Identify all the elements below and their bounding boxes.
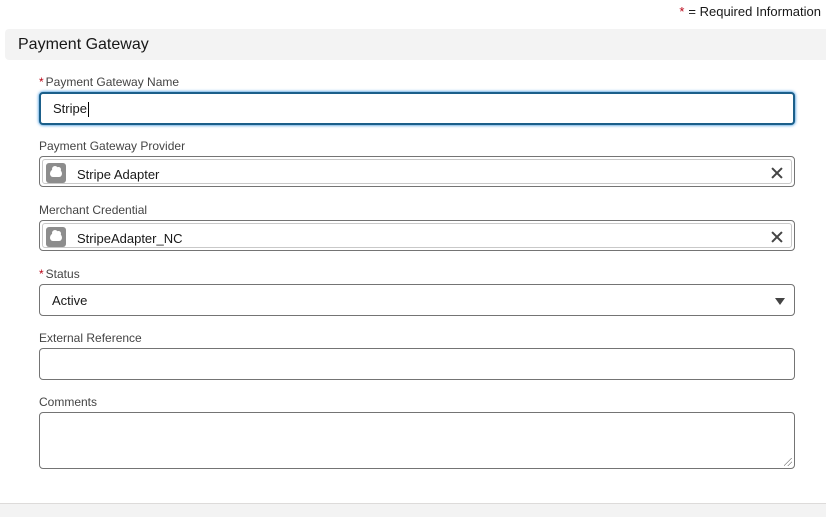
payment-gateway-provider-lookup[interactable]: Stripe Adapter [39, 156, 795, 187]
resize-handle-icon[interactable] [784, 458, 792, 466]
status-value: Active [52, 293, 88, 308]
external-reference-label: External Reference [39, 331, 142, 345]
comments-label: Comments [39, 395, 98, 409]
section-title: Payment Gateway [18, 36, 149, 53]
status-select[interactable]: Active [39, 284, 795, 316]
payment-gateway-provider-label: Payment Gateway Provider [39, 139, 186, 153]
required-information-legend: * = Required Information [679, 4, 821, 19]
clear-selection-icon[interactable] [767, 163, 787, 183]
payment-gateway-name-label: * Payment Gateway Name [39, 75, 179, 89]
payment-gateway-name-value-text: Stripe [53, 101, 87, 116]
status-label: * Status [39, 267, 80, 281]
merchant-credential-lookup[interactable]: StripeAdapter_NC [39, 220, 795, 251]
payment-gateway-name-label-text: Payment Gateway Name [45, 75, 180, 89]
required-star: * [39, 267, 44, 281]
merchant-credential-value: StripeAdapter_NC [77, 231, 183, 246]
payment-gateway-name-value: Stripe [53, 101, 89, 118]
payment-gateway-name-input[interactable]: Stripe [39, 92, 795, 125]
external-reference-input[interactable] [39, 348, 795, 380]
status-label-text: Status [45, 267, 80, 281]
required-legend-text: = Required Information [688, 4, 821, 19]
salesforce-cloud-icon [46, 163, 66, 183]
salesforce-cloud-icon [46, 227, 66, 247]
section-header-payment-gateway[interactable]: Payment Gateway [5, 29, 826, 60]
merchant-credential-label: Merchant Credential [39, 203, 148, 217]
chevron-down-icon[interactable] [775, 298, 785, 305]
required-star: * [679, 4, 685, 19]
comments-textarea[interactable] [39, 412, 795, 469]
text-caret [87, 102, 89, 118]
clear-selection-icon[interactable] [767, 227, 787, 247]
lookup-pill[interactable]: Stripe Adapter [42, 159, 792, 184]
lookup-pill[interactable]: StripeAdapter_NC [42, 223, 792, 248]
payment-gateway-provider-value: Stripe Adapter [77, 167, 160, 182]
required-star: * [39, 75, 44, 89]
footer-divider [0, 503, 826, 517]
